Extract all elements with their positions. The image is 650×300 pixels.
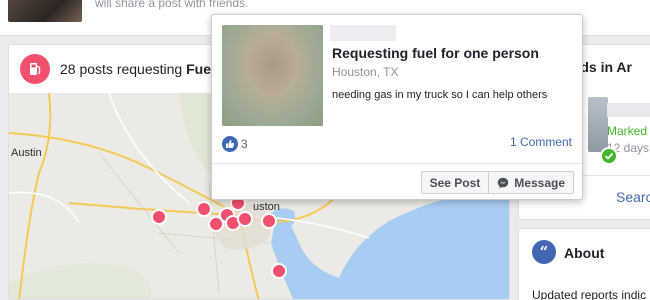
post-title[interactable]: Requesting fuel for one person	[332, 45, 539, 61]
map-pin[interactable]	[271, 263, 287, 279]
about-title: About	[564, 245, 605, 261]
post-location: Houston, TX	[332, 65, 399, 79]
post-preview-popup: Requesting fuel for one person Houston, …	[211, 14, 583, 200]
messenger-icon	[497, 177, 509, 189]
post-body: needing gas in my truck so I can help ot…	[332, 89, 548, 101]
divider	[212, 163, 582, 164]
see-post-button[interactable]: See Post	[420, 171, 490, 194]
marked-safe-status: Marked	[607, 124, 648, 138]
card-title: 28 posts requesting Fue	[60, 61, 211, 77]
card-title-prefix: 28 posts requesting	[60, 61, 183, 77]
comment-link[interactable]: 1 Comment	[510, 135, 572, 149]
map-label-austin: Austin	[11, 147, 42, 159]
like-icon	[222, 136, 238, 152]
map-pin[interactable]	[151, 209, 167, 225]
card-title-bold: Fue	[186, 61, 211, 77]
see-post-label: See Post	[429, 175, 481, 190]
gas-pump-icon	[20, 54, 50, 84]
message-label: Message	[514, 175, 565, 190]
like-count[interactable]: 3	[241, 137, 248, 151]
search-link[interactable]: Searc	[616, 189, 650, 205]
about-text: Updated reports indic	[532, 288, 647, 300]
friend-name-placeholder	[607, 103, 650, 117]
map-pin[interactable]	[261, 213, 277, 229]
poster-name-placeholder	[330, 25, 396, 41]
popup-actions: See Post Message	[420, 171, 574, 194]
avatar[interactable]	[8, 0, 82, 22]
message-button[interactable]: Message	[489, 171, 574, 194]
about-card: “ About Updated reports indic	[518, 228, 650, 300]
friend-avatar[interactable]	[588, 97, 608, 152]
map-label-houston: uston	[253, 201, 280, 213]
composer-hint-text: will share a post with friends.	[95, 0, 249, 10]
check-icon	[600, 147, 618, 165]
quote-icon: “	[532, 240, 556, 264]
map-pin[interactable]	[237, 211, 253, 227]
map-pin[interactable]	[196, 201, 212, 217]
post-thumbnail[interactable]	[222, 25, 323, 126]
